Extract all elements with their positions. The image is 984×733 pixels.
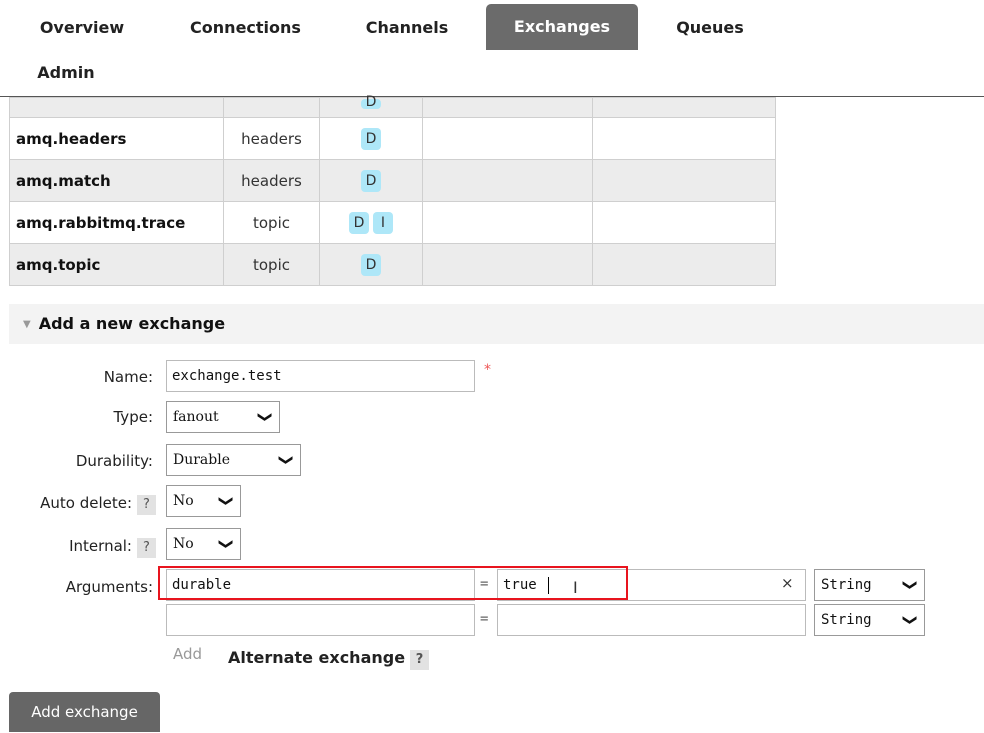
tab-connections[interactable]: Connections: [168, 5, 323, 51]
tab-queues[interactable]: Queues: [655, 5, 765, 51]
chevron-down-icon: ❯: [218, 538, 235, 550]
type-select[interactable]: fanout ❯: [166, 401, 280, 433]
highlight-box: [158, 566, 628, 600]
argument-key-input[interactable]: [166, 604, 475, 636]
exchange-name-link[interactable]: amq.match: [9, 159, 224, 202]
exchange-name-link[interactable]: amq.topic: [9, 243, 224, 286]
type-label: Type:: [113, 408, 153, 426]
argument-type-select[interactable]: String ❯: [814, 569, 925, 601]
tab-channels[interactable]: Channels: [347, 5, 467, 51]
internal-label: Internal:: [69, 537, 132, 555]
add-argument-link[interactable]: Add: [173, 645, 202, 663]
durability-selected: Durable: [173, 452, 231, 468]
required-mark: *: [484, 362, 491, 378]
name-label: Name:: [103, 368, 153, 386]
durable-badge: D: [349, 211, 369, 234]
chevron-down-icon: ❯: [902, 579, 919, 591]
durable-badge: D: [361, 169, 381, 192]
triangle-down-icon: ▼: [23, 318, 31, 330]
table-row: amq.match headers D: [9, 159, 776, 202]
help-icon[interactable]: ?: [410, 650, 430, 670]
chevron-down-icon: ❯: [218, 495, 235, 507]
add-exchange-section-toggle[interactable]: ▼ Add a new exchange: [9, 304, 984, 344]
equals-sign: =: [480, 611, 489, 627]
arguments-label: Arguments:: [65, 578, 153, 596]
exchange-name-link[interactable]: amq.rabbitmq.trace: [9, 201, 224, 244]
durable-badge: D: [361, 253, 381, 276]
auto-delete-selected: No: [173, 493, 194, 509]
durable-badge: D: [361, 95, 381, 109]
table-row: D: [9, 95, 776, 118]
exchanges-table: D amq.headers headers D amq.match header…: [9, 95, 776, 286]
chevron-down-icon: ❯: [278, 454, 295, 466]
exchange-name-link[interactable]: amq.headers: [9, 117, 224, 160]
top-nav: Overview Connections Channels Exchanges …: [0, 0, 984, 97]
alternate-exchange-group: Alternate exchange?: [228, 648, 430, 670]
internal-badge: I: [373, 211, 393, 234]
argument-type-selected: String: [821, 577, 872, 593]
help-icon[interactable]: ?: [137, 495, 156, 515]
type-selected: fanout: [173, 409, 219, 425]
auto-delete-label: Auto delete:: [40, 494, 132, 512]
exchange-features: DI: [319, 201, 423, 244]
tab-admin[interactable]: Admin: [20, 50, 112, 96]
exchange-features: D: [319, 117, 423, 160]
internal-label-group: Internal:?: [20, 537, 156, 558]
chevron-down-icon: ❯: [902, 614, 919, 626]
table-row: amq.topic topic D: [9, 243, 776, 286]
name-input[interactable]: exchange.test: [166, 360, 475, 392]
exchange-type: topic: [223, 243, 320, 286]
internal-select[interactable]: No ❯: [166, 528, 241, 560]
tab-exchanges[interactable]: Exchanges: [486, 4, 638, 50]
exchange-features: D: [319, 243, 423, 286]
internal-selected: No: [173, 536, 194, 552]
argument-value-input[interactable]: [497, 604, 806, 636]
tab-overview[interactable]: Overview: [22, 5, 142, 51]
exchange-type: headers: [223, 159, 320, 202]
auto-delete-label-group: Auto delete:?: [0, 494, 156, 515]
section-title: Add a new exchange: [38, 314, 226, 333]
alternate-exchange-link[interactable]: Alternate exchange: [228, 648, 405, 667]
auto-delete-select[interactable]: No ❯: [166, 485, 241, 517]
argument-type-select[interactable]: String ❯: [814, 604, 925, 636]
argument-type-selected: String: [821, 612, 872, 628]
exchange-features: D: [319, 159, 423, 202]
add-exchange-button[interactable]: Add exchange: [9, 692, 160, 732]
help-icon[interactable]: ?: [137, 538, 156, 558]
durability-label: Durability:: [75, 452, 153, 470]
remove-argument-icon[interactable]: ×: [781, 574, 794, 592]
exchange-type: headers: [223, 117, 320, 160]
durable-badge: D: [361, 127, 381, 150]
exchange-type: topic: [223, 201, 320, 244]
chevron-down-icon: ❯: [257, 411, 274, 423]
durability-select[interactable]: Durable ❯: [166, 444, 301, 476]
table-row: amq.headers headers D: [9, 117, 776, 160]
table-row: amq.rabbitmq.trace topic DI: [9, 201, 776, 244]
